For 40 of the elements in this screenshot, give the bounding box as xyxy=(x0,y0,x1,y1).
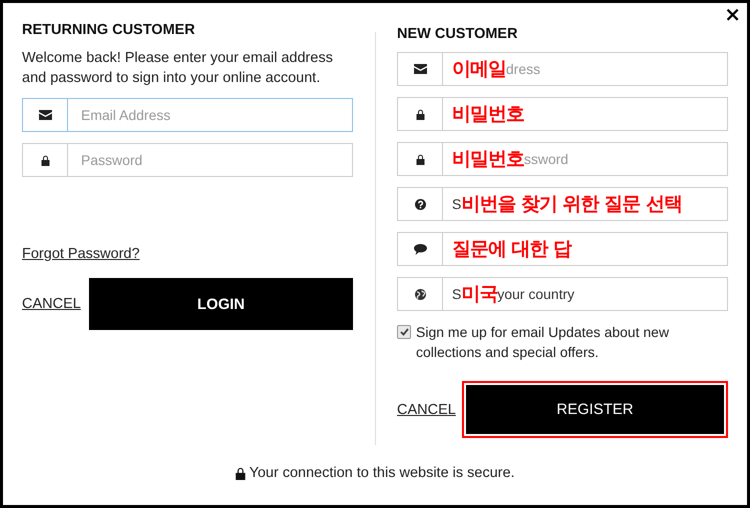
input-field[interactable]: 비밀번호ssword xyxy=(397,142,728,176)
lock-icon xyxy=(235,466,246,480)
email-field[interactable]: Email Address xyxy=(68,98,353,132)
lock-icon xyxy=(40,154,50,166)
input-field[interactable]: 질문에 대한 답 xyxy=(397,232,728,266)
forgot-password-link[interactable]: Forgot Password? xyxy=(22,246,140,262)
question-icon xyxy=(414,198,426,210)
envelope-icon xyxy=(414,64,426,74)
section-title: RETURNING CUSTOMER xyxy=(22,22,196,38)
input-field[interactable]: S미국your country xyxy=(397,277,728,311)
section-title: NEW CUSTOMER xyxy=(397,26,519,42)
field-text: dress xyxy=(506,61,540,77)
envelope-icon xyxy=(38,110,52,120)
password-field[interactable]: Password xyxy=(68,143,353,177)
secure-connection-text: Your connection to this website is secure. xyxy=(249,465,515,481)
newsletter-label: Sign me up for email Updates about new collections and special offers. xyxy=(416,323,670,362)
annotation-label: 비번을 찾기 위한 질문 선택 xyxy=(461,192,682,217)
speech-bubble-icon xyxy=(414,244,426,254)
annotation-label: 이메일 xyxy=(452,57,506,82)
login-button[interactable]: LOGIN xyxy=(89,278,353,330)
register-button[interactable]: REGISTER xyxy=(466,385,724,434)
field-text: S xyxy=(452,286,462,302)
globe-icon xyxy=(414,288,426,300)
annotation-label: 질문에 대한 답 xyxy=(452,237,572,262)
annotation-label: 비밀번호 xyxy=(452,147,524,172)
lock-icon xyxy=(416,108,424,120)
input-field[interactable]: 비밀번호 xyxy=(397,97,728,131)
cancel-link[interactable]: CANCEL xyxy=(397,402,462,418)
field-text: S xyxy=(452,196,462,212)
close-button[interactable]: × xyxy=(722,3,743,25)
annotation-label: 미국 xyxy=(461,282,498,307)
field-text: ssword xyxy=(524,151,568,167)
annotation-label: 비밀번호 xyxy=(452,102,524,127)
field-text: your country xyxy=(497,286,574,302)
newsletter-checkbox[interactable] xyxy=(397,325,411,339)
input-field[interactable]: 이메일dress xyxy=(397,52,728,86)
lock-icon xyxy=(416,154,424,164)
cancel-link[interactable]: CANCEL xyxy=(22,296,89,312)
input-field[interactable]: S비번을 찾기 위한 질문 선택 xyxy=(397,187,728,221)
intro-text: Welcome back! Please enter your email address and password to sign into your online account. xyxy=(22,49,334,88)
